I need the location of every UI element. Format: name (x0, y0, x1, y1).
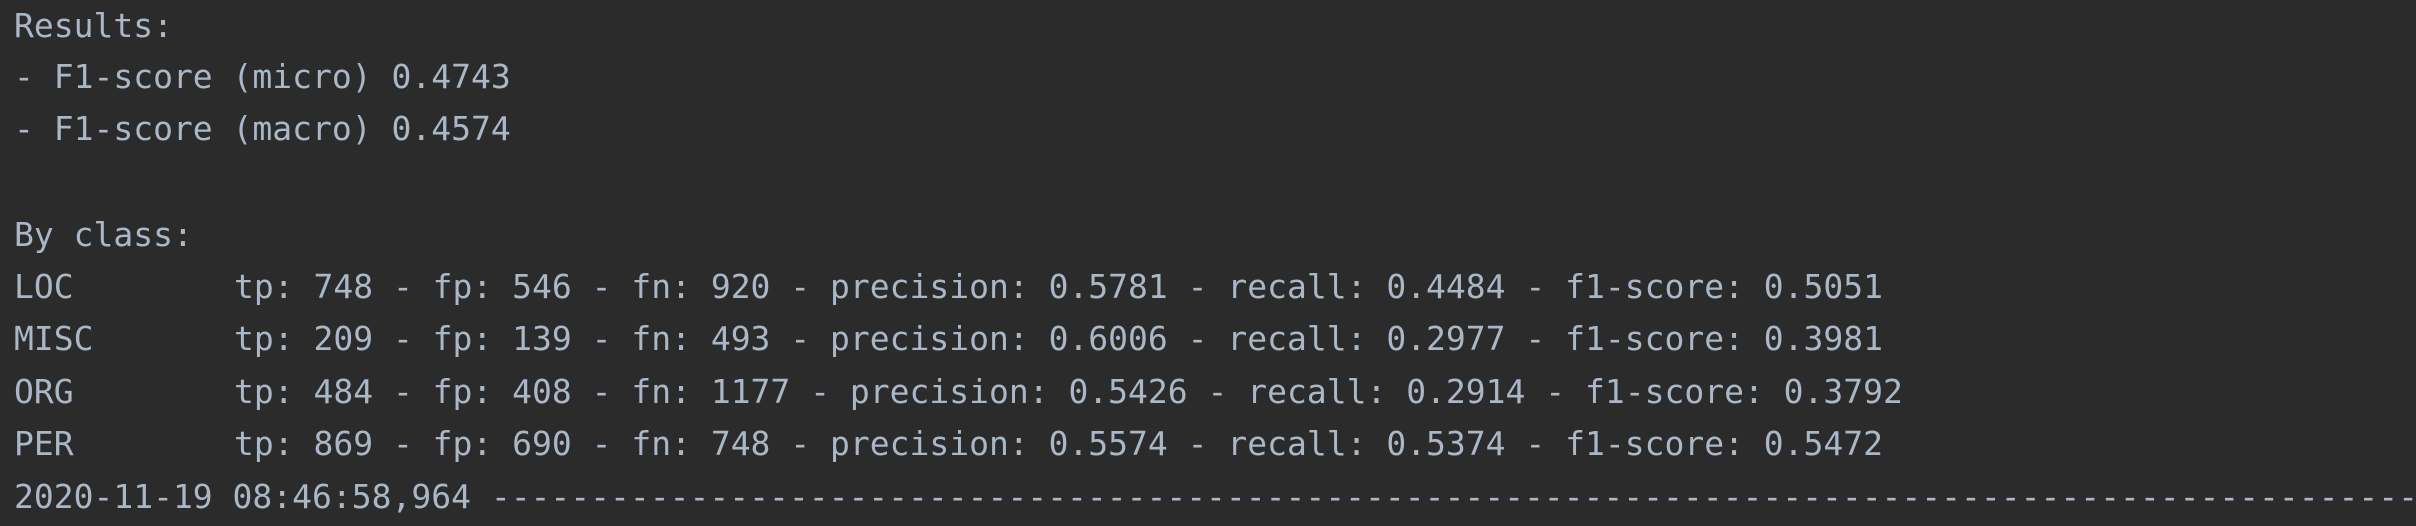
class-row-misc: MISC tp: 209 - fp: 139 - fn: 493 - precis… (14, 313, 1883, 365)
class-label: MISC (14, 319, 94, 358)
log-timestamp-line: 2020-11-19 08:46:58,964 ----------------… (14, 477, 2416, 516)
class-metrics: tp: 209 - fp: 139 - fn: 493 - precision:… (234, 319, 1884, 358)
f1-micro-line: - F1-score (micro) 0.4743 (14, 57, 511, 96)
class-row-per: PER tp: 869 - fp: 690 - fn: 748 - precisi… (14, 418, 1883, 470)
f1-macro-line: - F1-score (macro) 0.4574 (14, 109, 511, 148)
class-metrics: tp: 484 - fp: 408 - fn: 1177 - precision… (234, 372, 1903, 411)
class-row-org: ORG tp: 484 - fp: 408 - fn: 1177 - precis… (14, 366, 1903, 418)
by-class-header: By class: (14, 215, 193, 254)
results-header: Results: (14, 6, 173, 45)
class-metrics: tp: 748 - fp: 546 - fn: 920 - precision:… (234, 267, 1884, 306)
class-label: LOC (14, 267, 74, 306)
class-label: ORG (14, 372, 74, 411)
console-output: Results: - F1-score (micro) 0.4743 - F1-… (0, 0, 2416, 526)
class-label: PER (14, 424, 74, 463)
class-metrics: tp: 869 - fp: 690 - fn: 748 - precision:… (234, 424, 1884, 463)
class-row-loc: LOC tp: 748 - fp: 546 - fn: 920 - precisi… (14, 261, 1883, 313)
